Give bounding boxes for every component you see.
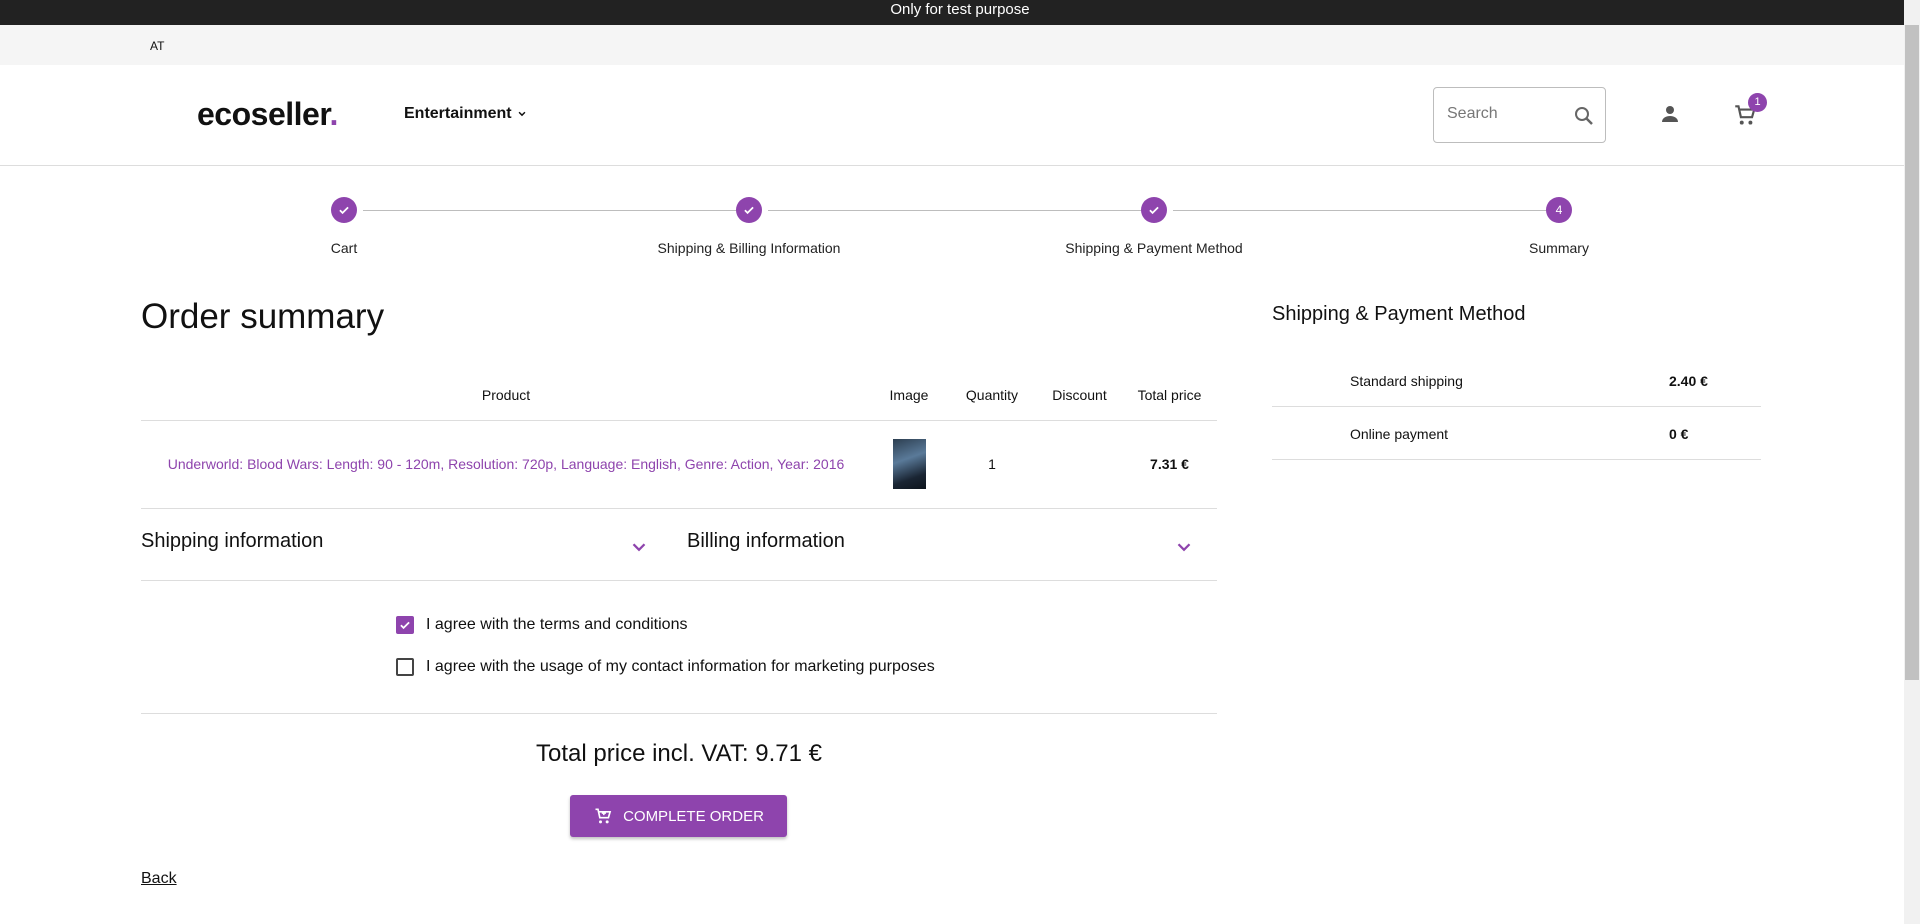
divider xyxy=(141,580,1217,581)
logo-dot: . xyxy=(329,96,339,132)
payment-method-name: Online payment xyxy=(1350,426,1449,442)
page-title: Order summary xyxy=(141,297,385,336)
marketing-label: I agree with the usage of my contact inf… xyxy=(426,658,935,675)
discount-cell xyxy=(1037,420,1122,509)
column-header-quantity: Quantity xyxy=(947,370,1037,421)
cart-count-badge: 1 xyxy=(1748,93,1767,112)
site-header: ecoseller. Entertainment 1 xyxy=(0,65,1904,166)
chevron-down-icon[interactable] xyxy=(628,536,650,558)
shipping-method-name: Standard shipping xyxy=(1350,373,1463,389)
shipping-payment-title: Shipping & Payment Method xyxy=(1272,303,1526,325)
user-icon[interactable] xyxy=(1658,102,1682,126)
column-header-total: Total price xyxy=(1122,370,1217,421)
terms-label: I agree with the terms and conditions xyxy=(426,616,688,633)
terms-checkbox-row[interactable]: I agree with the terms and conditions xyxy=(396,616,687,634)
payment-method-price: 0 € xyxy=(1669,426,1689,442)
step-4-number: 4 xyxy=(1546,197,1572,223)
table-header-row: Product Image Quantity Discount Total pr… xyxy=(141,370,1217,421)
complete-order-button[interactable]: COMPLETE ORDER xyxy=(570,795,787,837)
shipping-method-row: Standard shipping 2.40 € xyxy=(1272,354,1761,407)
step-label-summary: Summary xyxy=(1529,240,1589,256)
scrollbar-thumb[interactable] xyxy=(1905,25,1919,680)
step-1-check-icon xyxy=(331,197,357,223)
products-table: Product Image Quantity Discount Total pr… xyxy=(141,370,1217,509)
add-shopping-cart-icon xyxy=(595,808,612,824)
complete-order-label: COMPLETE ORDER xyxy=(623,807,764,825)
quantity-cell: 1 xyxy=(947,420,1037,509)
search-input[interactable] xyxy=(1447,105,1567,123)
marketing-checkbox-row[interactable]: I agree with the usage of my contact inf… xyxy=(396,658,935,676)
step-label-cart: Cart xyxy=(330,240,358,256)
region-bar: AT xyxy=(0,25,1904,65)
divider xyxy=(141,713,1217,714)
step-label-shipping-payment: Shipping & Payment Method xyxy=(1065,240,1243,256)
column-header-product: Product xyxy=(141,370,871,421)
step-label-shipping-billing: Shipping & Billing Information xyxy=(657,240,841,256)
chevron-down-icon[interactable] xyxy=(1173,536,1195,558)
step-3-check-icon xyxy=(1141,197,1167,223)
category-label: Entertainment xyxy=(404,105,512,122)
payment-method-row: Online payment 0 € xyxy=(1272,407,1761,460)
back-link[interactable]: Back xyxy=(141,870,177,888)
shipping-method-price: 2.40 € xyxy=(1669,373,1708,389)
table-row: Underworld: Blood Wars: Length: 90 - 120… xyxy=(141,420,1217,509)
stepper-connector xyxy=(768,210,1142,211)
column-header-discount: Discount xyxy=(1037,370,1122,421)
chevron-down-icon xyxy=(518,111,526,117)
billing-info-toggle[interactable]: Billing information xyxy=(687,530,845,553)
shipping-info-toggle[interactable]: Shipping information xyxy=(141,530,323,553)
column-header-image: Image xyxy=(871,370,947,421)
product-link[interactable]: Underworld: Blood Wars: Length: 90 - 120… xyxy=(168,456,845,472)
search-icon[interactable] xyxy=(1572,104,1596,128)
step-2-check-icon xyxy=(736,197,762,223)
stepper-connector xyxy=(363,210,737,211)
stepper-connector xyxy=(1173,210,1547,211)
test-banner: Only for test purpose xyxy=(0,0,1920,25)
order-total: Total price incl. VAT: 9.71 € xyxy=(536,740,822,767)
logo[interactable]: ecoseller. xyxy=(197,96,338,133)
logo-text: ecoseller xyxy=(197,96,330,132)
product-image[interactable] xyxy=(892,439,926,489)
region-code[interactable]: AT xyxy=(150,39,164,53)
total-price-cell: 7.31 € xyxy=(1122,420,1217,509)
category-menu[interactable]: Entertainment xyxy=(404,105,529,123)
marketing-checkbox[interactable] xyxy=(396,658,414,676)
search-box[interactable] xyxy=(1433,87,1606,143)
terms-checkbox[interactable] xyxy=(396,616,414,634)
